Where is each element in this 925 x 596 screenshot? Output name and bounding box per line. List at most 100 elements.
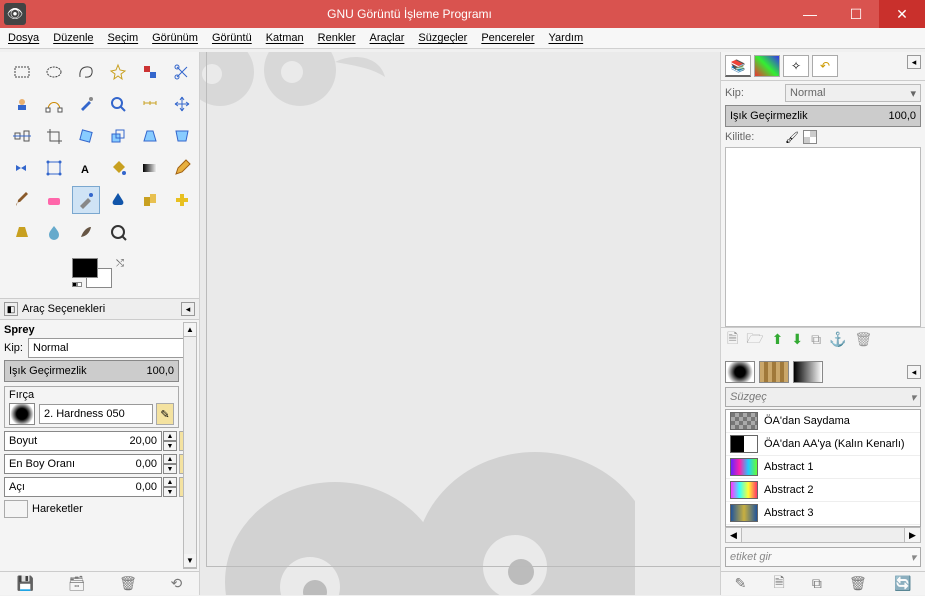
menu-edit[interactable]: Düzenle (53, 32, 93, 44)
tool-paths[interactable] (40, 90, 68, 118)
menu-colors[interactable]: Renkler (318, 32, 356, 44)
tool-flip[interactable] (8, 154, 36, 182)
tool-measure[interactable] (136, 90, 164, 118)
minimize-button[interactable]: — (787, 0, 833, 28)
tool-color-picker[interactable] (72, 90, 100, 118)
maximize-button[interactable]: ☐ (833, 0, 879, 28)
dynamics-icon[interactable] (4, 500, 28, 518)
mode-select[interactable]: Normal▾ (28, 338, 197, 358)
tool-ellipse-select[interactable] (40, 58, 68, 86)
options-scrollbar[interactable]: ▲▼ (183, 322, 197, 569)
tool-align[interactable] (8, 122, 36, 150)
gradient-filter[interactable]: Süzgeç▾ (725, 387, 921, 407)
layer-list[interactable] (725, 147, 921, 327)
menu-layer[interactable]: Katman (266, 32, 304, 44)
layer-group-icon[interactable]: 🗁 (746, 328, 763, 352)
aspect-input[interactable]: En Boy Oranı0,00 (4, 454, 162, 474)
tool-foreground-select[interactable] (8, 90, 36, 118)
tab-paths[interactable]: ✧ (783, 55, 809, 77)
save-options-icon[interactable]: 💾 (17, 575, 34, 592)
layer-up-icon[interactable]: ⬆ (772, 331, 784, 348)
gradient-item[interactable]: Abstract 1 (726, 456, 920, 479)
tool-dodge-burn[interactable] (104, 218, 132, 246)
delete-options-icon[interactable]: 🗑 (119, 575, 137, 592)
menu-filters[interactable]: Süzgeçler (418, 32, 467, 44)
tab-channels[interactable] (754, 55, 780, 77)
menu-file[interactable]: Dosya (8, 32, 39, 44)
brush-edit-button[interactable]: ✎ (156, 403, 174, 425)
tool-blur[interactable] (40, 218, 68, 246)
duplicate-gradient-icon[interactable]: ⧉ (812, 575, 822, 592)
tool-scale[interactable] (104, 122, 132, 150)
refresh-gradient-icon[interactable]: 🔄 (894, 575, 911, 592)
brush-thumbnail[interactable] (9, 403, 35, 425)
tab-gradients[interactable] (793, 361, 823, 383)
tool-free-select[interactable] (72, 58, 100, 86)
tool-bucket-fill[interactable] (104, 154, 132, 182)
new-layer-icon[interactable]: 🗎 (727, 328, 738, 352)
edit-gradient-icon[interactable]: ✎ (735, 575, 747, 592)
lock-alpha-icon[interactable] (803, 130, 817, 144)
tab-layers[interactable]: 📚 (725, 55, 751, 77)
layer-down-icon[interactable]: ⬇ (791, 331, 803, 348)
default-colors-icon[interactable] (72, 282, 82, 292)
foreground-color[interactable] (72, 258, 98, 278)
menu-windows[interactable]: Pencereler (481, 32, 534, 44)
panel-menu-button-right[interactable]: ◂ (907, 55, 921, 69)
delete-gradient-icon[interactable]: 🗑 (849, 575, 867, 592)
lock-pixels-icon[interactable]: 🖌 (785, 131, 799, 144)
gradient-hscroll[interactable]: ◀▶ (725, 527, 921, 543)
tag-input[interactable]: etiket gir▾ (725, 547, 921, 567)
menu-select[interactable]: Seçim (108, 32, 139, 44)
tool-crop[interactable] (40, 122, 68, 150)
brush-select[interactable]: 2. Hardness 050 (39, 404, 153, 424)
menu-view[interactable]: Görünüm (152, 32, 198, 44)
tool-shear[interactable] (136, 122, 164, 150)
panel-menu-button-grad[interactable]: ◂ (907, 365, 921, 379)
tool-perspective[interactable] (168, 122, 196, 150)
tool-clone[interactable] (136, 186, 164, 214)
anchor-layer-icon[interactable]: ⚓ (829, 331, 846, 348)
canvas-area[interactable] (200, 52, 720, 595)
delete-layer-icon[interactable]: 🗑 (855, 331, 873, 348)
tool-heal[interactable] (168, 186, 196, 214)
tool-rect-select[interactable] (8, 58, 36, 86)
menu-tools[interactable]: Araçlar (370, 32, 405, 44)
panel-menu-button[interactable]: ◂ (181, 302, 195, 316)
layer-mode-select[interactable]: Normal▾ (785, 84, 921, 102)
size-input[interactable]: Boyut20,00 (4, 431, 162, 451)
tab-undo[interactable]: ↶ (812, 55, 838, 77)
tool-blend[interactable] (136, 154, 164, 182)
tool-smudge[interactable] (72, 218, 100, 246)
close-button[interactable]: ✕ (879, 0, 925, 28)
menu-image[interactable]: Görüntü (212, 32, 252, 44)
swap-colors-icon[interactable]: ⤭ (116, 258, 124, 269)
tool-options-icon[interactable]: ◧ (4, 302, 18, 316)
tool-scissors[interactable] (168, 58, 196, 86)
new-gradient-icon[interactable]: 🗎 (773, 572, 784, 596)
gradient-item[interactable]: Abstract 2 (726, 479, 920, 502)
tool-color-select[interactable] (136, 58, 164, 86)
tool-airbrush[interactable] (72, 186, 100, 214)
tool-fuzzy-select[interactable] (104, 58, 132, 86)
tool-text[interactable]: A (72, 154, 100, 182)
reset-options-icon[interactable]: ⟲ (170, 575, 182, 592)
gradient-item[interactable]: ÖA'dan Saydama (726, 410, 920, 433)
tool-paintbrush[interactable] (8, 186, 36, 214)
duplicate-layer-icon[interactable]: ⧉ (811, 331, 821, 348)
opacity-slider[interactable]: Işık Geçirmezlik100,0 (4, 360, 179, 382)
gradient-item[interactable]: ÖA'dan AA'ya (Kalın Kenarlı) (726, 433, 920, 456)
restore-options-icon[interactable]: 🗃 (68, 575, 86, 592)
layer-opacity-slider[interactable]: Işık Geçirmezlik100,0 (725, 105, 921, 127)
gradient-item[interactable]: Abstract 3 (726, 502, 920, 525)
tool-rotate[interactable] (72, 122, 100, 150)
tool-eraser[interactable] (40, 186, 68, 214)
tool-perspective-clone[interactable] (8, 218, 36, 246)
size-down[interactable]: ▼ (163, 441, 177, 451)
tool-move[interactable] (168, 90, 196, 118)
tab-brushes[interactable] (725, 361, 755, 383)
color-swatches[interactable]: ⤭ (72, 258, 122, 298)
tool-pencil[interactable] (168, 154, 196, 182)
menu-help[interactable]: Yardım (549, 32, 584, 44)
tool-zoom[interactable] (104, 90, 132, 118)
